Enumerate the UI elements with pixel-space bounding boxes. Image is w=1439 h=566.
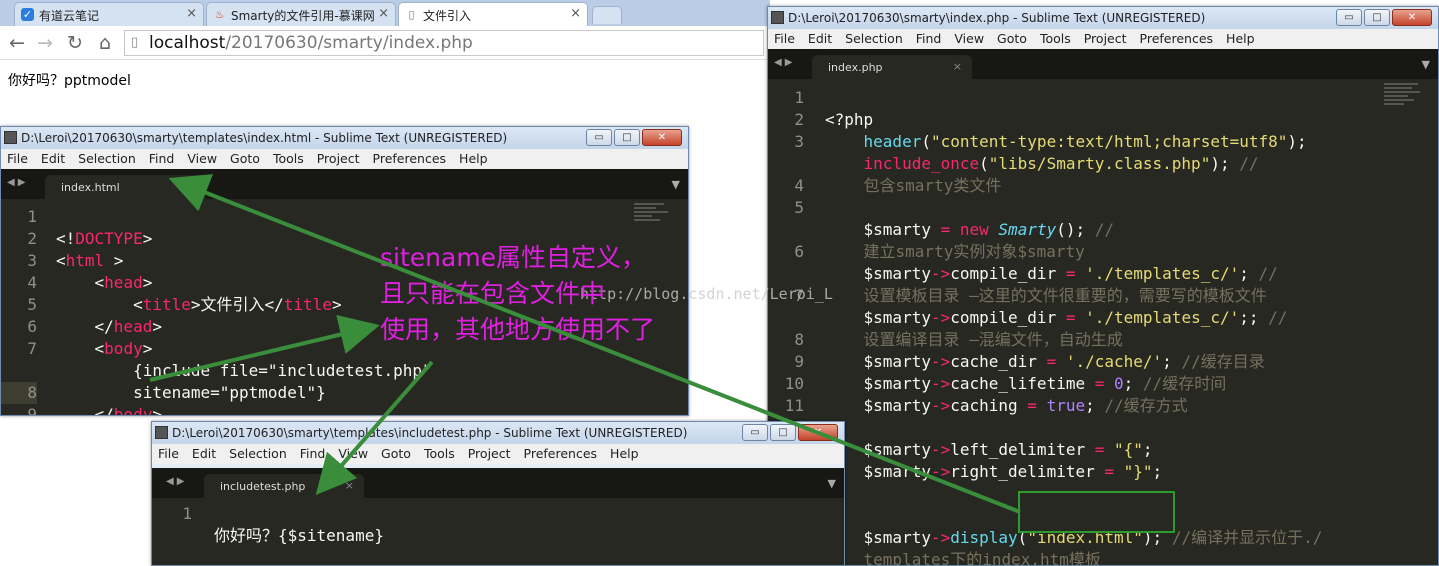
- arrow-to-include-tag: [149, 314, 380, 382]
- arrow-to-include-tab: [315, 360, 434, 496]
- annotation-arrows: [149, 174, 1021, 514]
- arrow-to-index-tab: [168, 174, 1021, 514]
